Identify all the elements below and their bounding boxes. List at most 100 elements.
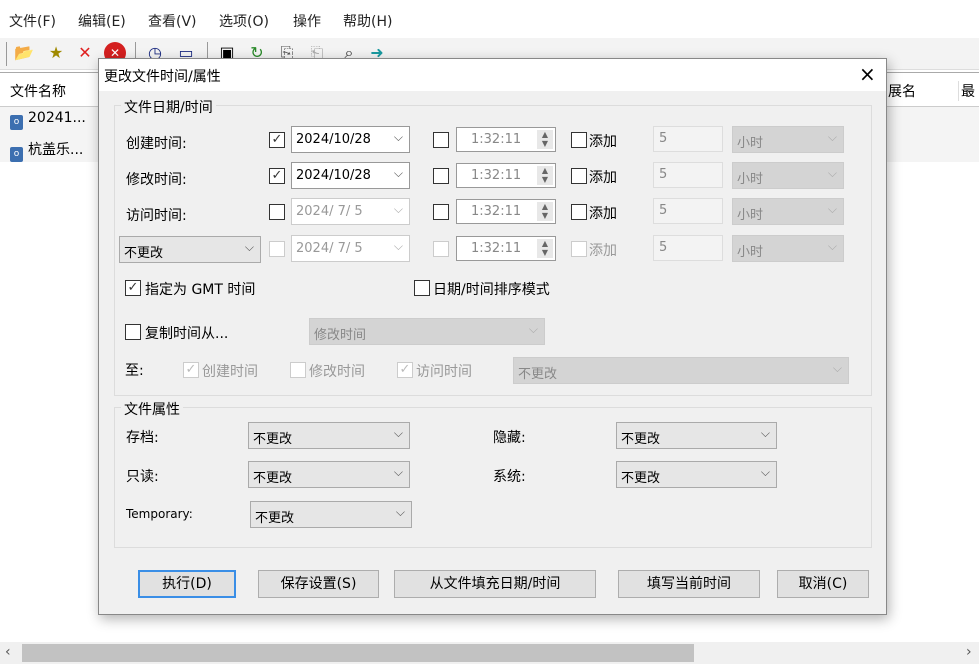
to-mode-select[interactable]: 不更改 ⌵ bbox=[513, 357, 849, 384]
copy-source-select[interactable]: 修改时间 ⌵ bbox=[309, 318, 545, 345]
copy-time-checkbox[interactable] bbox=[125, 324, 141, 340]
create-add-unit-select[interactable]: 小时 ⌵ bbox=[732, 126, 844, 153]
access-time-label: 访问时间: bbox=[126, 208, 187, 224]
archive-label: 存档: bbox=[126, 430, 159, 446]
menu-help[interactable]: 帮助(H) bbox=[343, 11, 392, 31]
other-date-checkbox[interactable] bbox=[269, 241, 285, 257]
file-row[interactable]: o 20241... bbox=[10, 110, 86, 130]
create-time-spinner[interactable]: 1:32:11 ▲ ▼ bbox=[456, 127, 556, 152]
other-time-checkbox[interactable] bbox=[433, 241, 449, 257]
to-access-checkbox[interactable]: ✓ bbox=[397, 362, 413, 378]
system-select[interactable]: 不更改 ⌵ bbox=[616, 461, 777, 488]
to-modify-checkbox[interactable] bbox=[290, 362, 306, 378]
menu-edit[interactable]: 编辑(E) bbox=[78, 11, 126, 31]
spinner-arrows-icon[interactable]: ▲ ▼ bbox=[537, 166, 553, 185]
to-create-checkbox[interactable]: ✓ bbox=[183, 362, 199, 378]
menu-view[interactable]: 查看(V) bbox=[148, 11, 197, 31]
modify-time-spinner[interactable]: 1:32:11 ▲ ▼ bbox=[456, 163, 556, 188]
dialog-title: 更改文件时间/属性 bbox=[104, 69, 221, 85]
change-file-time-dialog: 更改文件时间/属性 × 文件日期/时间 创建时间: ✓ 2024/10/28 ⌵ 1:3… bbox=[98, 58, 887, 615]
spinner-arrows-icon[interactable]: ▲ ▼ bbox=[537, 130, 553, 149]
modify-date-checkbox[interactable]: ✓ bbox=[269, 168, 285, 184]
to-mode-value: 不更改 bbox=[518, 367, 558, 382]
create-date-checkbox[interactable]: ✓ bbox=[269, 132, 285, 148]
temporary-select[interactable]: 不更改 ⌵ bbox=[250, 501, 412, 528]
sort-mode-label: 日期/时间排序模式 bbox=[433, 282, 550, 298]
row-mode-select[interactable]: 不更改 ⌵ bbox=[119, 236, 261, 263]
readonly-select[interactable]: 不更改 ⌵ bbox=[248, 461, 410, 488]
date-time-group-label: 文件日期/时间 bbox=[121, 97, 216, 117]
close-icon[interactable]: × bbox=[859, 62, 876, 86]
create-add-amount[interactable]: 5 bbox=[653, 126, 723, 152]
other-date-picker[interactable]: 2024/ 7/ 5 ⌵ bbox=[291, 235, 410, 262]
scroll-thumb[interactable] bbox=[22, 644, 694, 662]
scroll-right-arrow[interactable]: › bbox=[966, 644, 972, 660]
new-folder-icon[interactable]: ★ bbox=[45, 42, 67, 64]
modify-add-unit-select[interactable]: 小时 ⌵ bbox=[732, 162, 844, 189]
system-value: 不更改 bbox=[621, 471, 661, 486]
access-time-checkbox[interactable] bbox=[433, 204, 449, 220]
fill-from-file-button[interactable]: 从文件填充日期/时间 bbox=[394, 570, 596, 598]
modify-add-amount[interactable]: 5 bbox=[653, 162, 723, 188]
access-add-amount[interactable]: 5 bbox=[653, 198, 723, 224]
access-add-checkbox[interactable] bbox=[571, 204, 587, 220]
delete-icon[interactable]: ✕ bbox=[74, 42, 96, 64]
other-add-label: 添加 bbox=[589, 243, 617, 259]
other-time-spinner[interactable]: 1:32:11 ▲ ▼ bbox=[456, 236, 556, 261]
gmt-checkbox[interactable]: ✓ bbox=[125, 280, 141, 296]
modify-add-checkbox[interactable] bbox=[571, 168, 587, 184]
column-header-ext[interactable]: 展名 bbox=[888, 81, 916, 101]
create-date-picker[interactable]: 2024/10/28 ⌵ bbox=[291, 126, 410, 153]
modify-time-label: 修改时间: bbox=[126, 172, 187, 188]
menu-actions[interactable]: 操作 bbox=[293, 11, 321, 31]
file-icon: o bbox=[10, 115, 23, 130]
to-modify-label: 修改时间 bbox=[309, 364, 365, 380]
cancel-button[interactable]: 取消(C) bbox=[777, 570, 869, 598]
hidden-select[interactable]: 不更改 ⌵ bbox=[616, 422, 777, 449]
access-date-checkbox[interactable] bbox=[269, 204, 285, 220]
modify-add-amount-value: 5 bbox=[659, 167, 668, 182]
access-date-value: 2024/ 7/ 5 bbox=[296, 204, 363, 219]
modify-date-picker[interactable]: 2024/10/28 ⌵ bbox=[291, 162, 410, 189]
file-name: 杭盖乐... bbox=[28, 142, 84, 158]
menu-options[interactable]: 选项(O) bbox=[219, 11, 269, 31]
menu-file[interactable]: 文件(F) bbox=[9, 11, 56, 31]
archive-select[interactable]: 不更改 ⌵ bbox=[248, 422, 410, 449]
create-add-checkbox[interactable] bbox=[571, 132, 587, 148]
to-create-label: 创建时间 bbox=[202, 364, 258, 380]
chevron-down-icon: ⌵ bbox=[832, 361, 842, 375]
spinner-arrows-icon[interactable]: ▲ ▼ bbox=[537, 202, 553, 221]
scroll-left-arrow[interactable]: ‹ bbox=[5, 644, 11, 660]
access-add-unit-select[interactable]: 小时 ⌵ bbox=[732, 198, 844, 225]
spinner-arrows-icon[interactable]: ▲ ▼ bbox=[537, 239, 553, 258]
attributes-group-label: 文件属性 bbox=[121, 399, 183, 419]
access-date-picker[interactable]: 2024/ 7/ 5 ⌵ bbox=[291, 198, 410, 225]
chevron-down-icon: ⌵ bbox=[393, 130, 403, 144]
horizontal-scrollbar[interactable]: ‹ › bbox=[0, 642, 979, 664]
save-settings-button[interactable]: 保存设置(S) bbox=[258, 570, 379, 598]
create-time-checkbox[interactable] bbox=[433, 132, 449, 148]
file-row[interactable]: o 杭盖乐... bbox=[10, 139, 83, 162]
open-folder-icon[interactable]: 📂 bbox=[13, 42, 35, 64]
temporary-label: Temporary: bbox=[126, 507, 193, 521]
other-add-unit-select[interactable]: 小时 ⌵ bbox=[732, 235, 844, 262]
access-time-spinner[interactable]: 1:32:11 ▲ ▼ bbox=[456, 199, 556, 224]
system-label: 系统: bbox=[493, 469, 526, 485]
temporary-value: 不更改 bbox=[255, 511, 295, 526]
create-time-value: 1:32:11 bbox=[471, 132, 522, 147]
execute-button[interactable]: 执行(D) bbox=[138, 570, 236, 598]
row-mode-value: 不更改 bbox=[124, 246, 164, 261]
dialog-titlebar: 更改文件时间/属性 × bbox=[99, 59, 886, 91]
column-header-last[interactable]: 最 bbox=[958, 81, 975, 101]
readonly-label: 只读: bbox=[126, 469, 159, 485]
copy-source-value: 修改时间 bbox=[314, 328, 367, 343]
create-add-unit-value: 小时 bbox=[737, 136, 764, 151]
create-date-value: 2024/10/28 bbox=[296, 132, 371, 147]
readonly-value: 不更改 bbox=[253, 471, 293, 486]
other-add-amount[interactable]: 5 bbox=[653, 235, 723, 261]
sort-mode-checkbox[interactable] bbox=[414, 280, 430, 296]
other-add-checkbox[interactable] bbox=[571, 241, 587, 257]
column-header-name[interactable]: 文件名称 bbox=[10, 81, 66, 101]
fill-current-time-button[interactable]: 填写当前时间 bbox=[618, 570, 760, 598]
modify-time-checkbox[interactable] bbox=[433, 168, 449, 184]
